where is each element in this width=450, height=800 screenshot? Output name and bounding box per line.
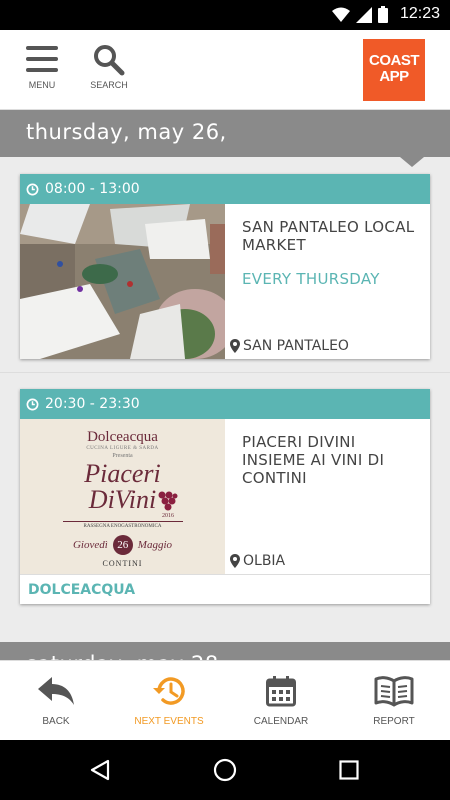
- back-triangle-icon[interactable]: [89, 759, 111, 781]
- divider: [0, 372, 450, 373]
- day-header: thursday, may 26,: [0, 110, 450, 167]
- event-title: SAN PANTALEO LOCAL MARKET: [242, 218, 415, 254]
- search-icon: [94, 45, 125, 76]
- day-date: saturday, may 28,: [26, 652, 226, 660]
- event-location: OLBIA: [230, 553, 285, 569]
- clock-icon: [26, 398, 39, 410]
- hamburger-icon: [26, 46, 58, 72]
- poster-year: 2016: [162, 513, 174, 519]
- event-time: 08:00 - 13:00: [45, 181, 140, 197]
- home-circle-icon[interactable]: [213, 758, 237, 782]
- calendar-label: CALENDAR: [253, 716, 309, 727]
- event-time-bar: 08:00 - 13:00: [20, 174, 430, 204]
- bottom-nav: BACK NEXT EVENTS CALENDAR REPORT: [0, 660, 450, 740]
- poster-title-1: Piaceri: [84, 459, 161, 488]
- events-list[interactable]: thursday, may 26, 08:00 - 13:00 SAN PANT…: [0, 110, 450, 660]
- back-arrow-icon: [38, 677, 74, 705]
- day-header-notch: [400, 157, 424, 167]
- menu-label: MENU: [28, 80, 56, 90]
- event-poster: Dolceacqua CUCINA LIGURE & SARDA Present…: [20, 419, 225, 574]
- event-recurrence: EVERY THURSDAY: [242, 270, 380, 288]
- back-button[interactable]: BACK: [11, 675, 101, 727]
- event-card[interactable]: 20:30 - 23:30 Dolceacqua CUCINA LIGURE &…: [20, 389, 430, 604]
- coast-app-logo[interactable]: COAST APP: [363, 39, 425, 101]
- poster-sponsor: CONTINI: [102, 559, 143, 568]
- event-time: 20:30 - 23:30: [45, 396, 140, 412]
- back-label: BACK: [42, 716, 70, 727]
- day-date: thursday, may 26,: [26, 120, 227, 144]
- history-clock-icon: [153, 677, 185, 705]
- system-nav-bar: [0, 740, 450, 800]
- next-events-button[interactable]: NEXT EVENTS: [124, 675, 214, 727]
- clock-icon: [26, 183, 39, 195]
- logo-line1: COAST: [369, 52, 420, 69]
- poster-date-day: 26: [112, 535, 133, 555]
- status-icons: [332, 6, 388, 23]
- app-bar: MENU SEARCH COAST APP: [0, 30, 450, 110]
- recents-square-icon[interactable]: [339, 760, 359, 780]
- poster-brand: Dolceacqua: [87, 429, 158, 445]
- report-button[interactable]: REPORT: [349, 675, 439, 727]
- logo-line2: APP: [379, 68, 409, 85]
- day-header: saturday, may 28,: [0, 642, 450, 660]
- poster-date-month: Maggio: [137, 539, 173, 551]
- poster-brand-sub: CUCINA LIGURE & SARDA: [86, 446, 159, 451]
- event-organizer-link[interactable]: DOLCEACQUA: [20, 574, 430, 604]
- open-book-icon: [374, 676, 414, 707]
- signal-icon: [356, 6, 372, 23]
- event-card[interactable]: 08:00 - 13:00 SAN PANTALEO LOCAL MARKET …: [20, 174, 430, 359]
- event-title: PIACERI DIVINI INSIEME AI VINI DI CONTIN…: [242, 433, 385, 487]
- location-pin-icon: [230, 339, 240, 353]
- grapes-icon: [158, 491, 178, 511]
- next-events-label: NEXT EVENTS: [134, 716, 204, 727]
- search-label: SEARCH: [90, 80, 128, 90]
- poster-rassegna: RASSEGNA ENOGASTRONOMICA: [62, 521, 183, 529]
- menu-button[interactable]: MENU: [12, 44, 72, 90]
- event-time-bar: 20:30 - 23:30: [20, 389, 430, 419]
- location-label: SAN PANTALEO: [243, 338, 349, 354]
- location-pin-icon: [230, 554, 240, 568]
- calendar-icon: [266, 676, 296, 707]
- poster-date: Giovedì 26 Maggio: [20, 535, 225, 555]
- location-label: OLBIA: [243, 553, 286, 569]
- search-button[interactable]: SEARCH: [79, 44, 139, 90]
- calendar-button[interactable]: CALENDAR: [236, 675, 326, 727]
- poster-date-prefix: Giovedì: [72, 539, 108, 551]
- battery-icon: [378, 6, 388, 23]
- event-location: SAN PANTALEO: [230, 338, 349, 354]
- wifi-icon: [332, 7, 350, 22]
- report-label: REPORT: [373, 716, 415, 727]
- status-bar: 12:23: [0, 0, 450, 30]
- poster-title-2: DiVini: [88, 485, 157, 514]
- clock: 12:23: [399, 5, 440, 22]
- market-photo: [20, 204, 225, 359]
